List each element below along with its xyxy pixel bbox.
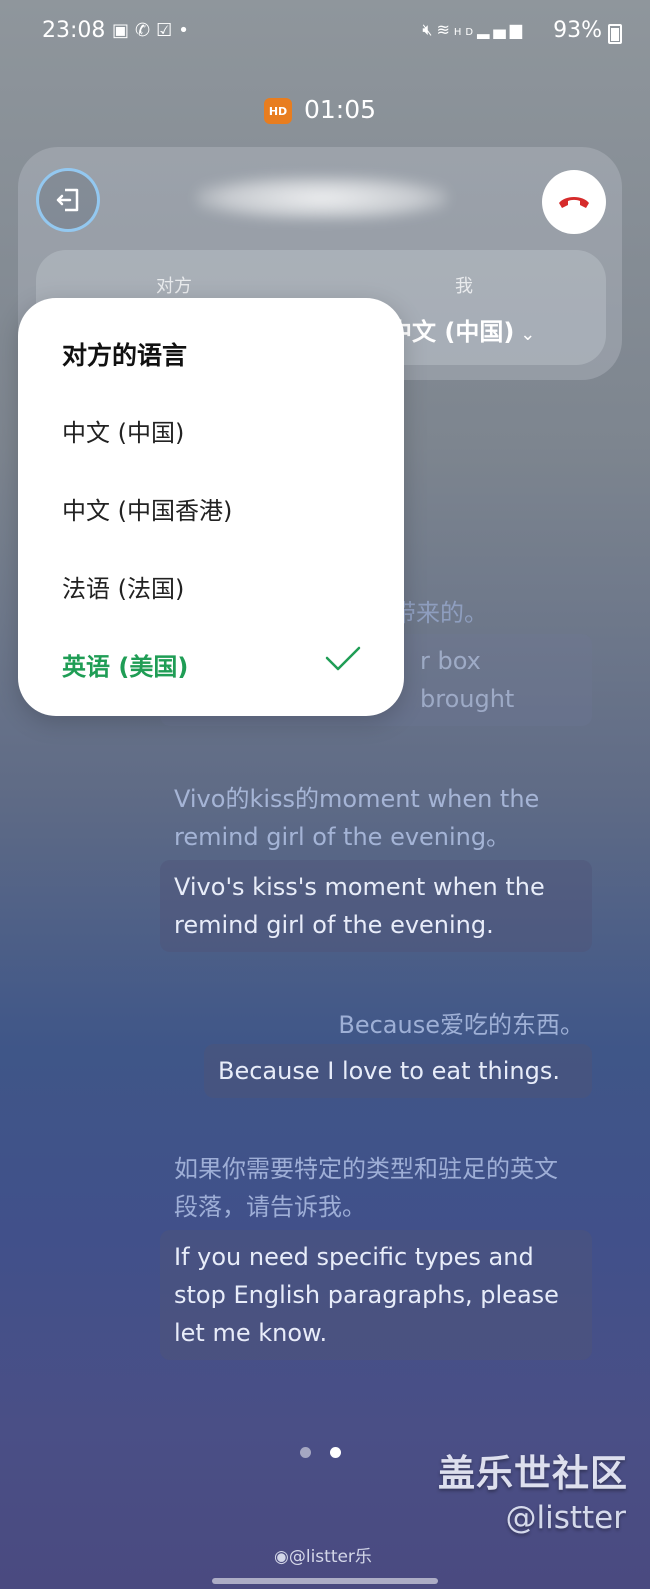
status-right-icons: 🔇︎≋HD▂▄▆ xyxy=(422,20,526,40)
language-option-zh-hk[interactable]: 中文 (中国香港) xyxy=(62,491,232,526)
transcript-source-3: Because爱吃的东西。 xyxy=(338,1011,584,1039)
transcript-source-4: 如果你需要特定的类型和驻足的英文段落，请告诉我。 xyxy=(174,1155,558,1221)
mute-icon: 🔇︎ xyxy=(422,20,437,39)
my-language-value: 中文 (中国) xyxy=(388,318,515,346)
hd-icon: HD xyxy=(453,27,478,38)
other-party-label: 对方 xyxy=(156,276,192,297)
other-language-dropdown: 对方的语言 中文 (中国) 中文 (中国香港) 法语 (法国) 英语 (美国) xyxy=(18,298,404,716)
language-option-zh-cn[interactable]: 中文 (中国) xyxy=(62,413,184,448)
language-option-en-us[interactable]: 英语 (美国) xyxy=(62,647,188,682)
check-icon xyxy=(325,646,361,671)
transcript-translation-2: Vivo's kiss's moment when the remind gir… xyxy=(160,860,592,952)
gallery-icon: ▣ xyxy=(112,20,136,41)
transcript-translation-4: If you need specific types and stop Engl… xyxy=(160,1230,592,1360)
watermark-weibo: ◉@listter乐 xyxy=(274,1547,372,1567)
exit-button[interactable] xyxy=(36,168,100,232)
me-label: 我 xyxy=(455,276,473,297)
caller-number-blurred xyxy=(196,176,448,220)
dropdown-title: 对方的语言 xyxy=(62,341,188,370)
chevron-down-icon: ⌄ xyxy=(520,324,536,345)
phone-icon: ✆ xyxy=(135,20,157,41)
wifi-calling-icon: ≋ xyxy=(436,20,454,39)
hangup-button[interactable] xyxy=(542,170,606,234)
language-option-fr-fr[interactable]: 法语 (法国) xyxy=(62,569,184,604)
check-app-icon: ☑ xyxy=(156,20,179,41)
signal-5g-icon: ▂▄▆ xyxy=(477,20,526,39)
home-indicator[interactable] xyxy=(212,1578,438,1584)
status-time: 23:08 xyxy=(42,18,106,43)
hd-call-icon: HD xyxy=(264,98,292,124)
status-left-icons: ▣✆☑• xyxy=(112,20,195,41)
hangup-icon xyxy=(559,197,589,208)
page-dot-2-active[interactable] xyxy=(330,1447,341,1458)
transcript-translation-3: Because I love to eat things. xyxy=(204,1044,592,1098)
watermark-site: 盖乐世社区 xyxy=(438,1452,628,1495)
my-language-selector[interactable]: 中文 (中国) ⌄ xyxy=(388,312,535,347)
dot-icon: • xyxy=(178,20,195,41)
weibo-icon: ◉ xyxy=(274,1547,289,1567)
watermark-handle: @listter xyxy=(505,1500,626,1536)
transcript-source-2: Vivo的kiss的moment when the remind girl of… xyxy=(174,785,540,851)
battery-icon xyxy=(608,24,622,44)
exit-icon xyxy=(56,188,79,212)
call-duration: 01:05 xyxy=(304,95,377,124)
page-dot-1[interactable] xyxy=(300,1447,311,1458)
battery-percent: 93% xyxy=(553,18,602,43)
